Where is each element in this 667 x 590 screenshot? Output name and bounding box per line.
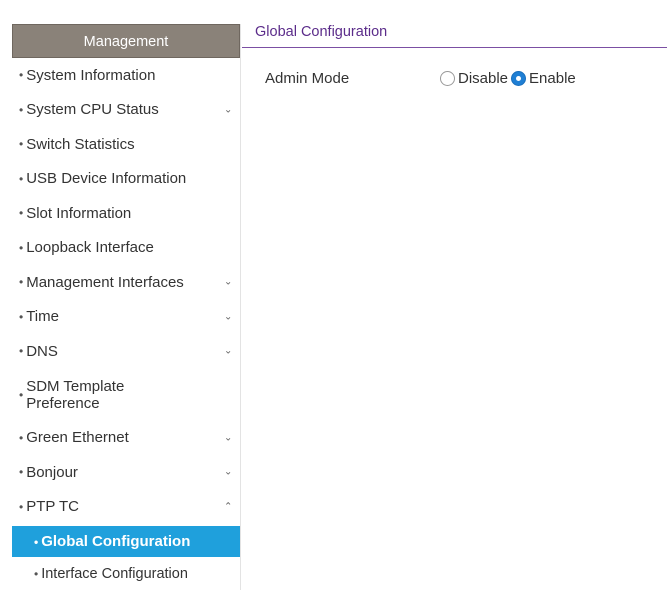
chevron-down-icon[interactable]: ⌄ — [224, 311, 232, 322]
chevron-down-icon[interactable]: ⌄ — [224, 277, 232, 288]
bullet: • — [19, 102, 24, 117]
sidebar-item-label: PTP TC — [26, 498, 79, 516]
bullet: • — [19, 68, 24, 83]
sidebar-item-slot-information[interactable]: • Slot Information — [12, 196, 240, 231]
sidebar-item-label: Interface Configuration — [41, 565, 188, 582]
admin-mode-row: Admin Mode Disable Enable — [265, 70, 579, 87]
sidebar-item-dns[interactable]: • DNS ⌄ — [12, 334, 240, 369]
chevron-down-icon[interactable]: ⌄ — [224, 104, 232, 115]
sidebar-item-label: Switch Statistics — [26, 135, 135, 153]
chevron-up-icon[interactable]: ⌃ — [224, 501, 232, 512]
main-content: Global Configuration Admin Mode Disable … — [242, 24, 667, 87]
bullet: • — [19, 430, 24, 445]
sidebar-item-switch-statistics[interactable]: • Switch Statistics — [12, 127, 240, 162]
sidebar-title: Management — [12, 24, 240, 58]
disable-radio[interactable] — [440, 71, 455, 86]
sidebar-menu: • System Information • System CPU Status… — [12, 58, 240, 590]
sidebar-item-ptp-tc[interactable]: • PTP TC ⌃ — [12, 490, 240, 525]
bullet: • — [19, 137, 24, 152]
bullet: • — [19, 171, 24, 186]
sidebar-item-label: SDM Template Preference — [26, 377, 125, 412]
bullet: • — [19, 206, 24, 221]
bullet: • — [34, 534, 39, 549]
sidebar-subitem-global-configuration[interactable]: • Global Configuration — [12, 526, 240, 557]
sidebar-subitem-interface-configuration[interactable]: • Interface Configuration — [12, 557, 240, 590]
bullet: • — [19, 344, 24, 359]
bullet: • — [19, 499, 24, 514]
chevron-down-icon[interactable]: ⌄ — [224, 346, 232, 357]
sidebar-item-label: Management Interfaces — [26, 273, 184, 291]
tab-bar: Global Configuration — [242, 24, 667, 48]
bullet: • — [19, 465, 24, 480]
sidebar-item-label: System Information — [26, 66, 156, 84]
sidebar-item-system-information[interactable]: • System Information — [12, 58, 240, 93]
enable-radio-label[interactable]: Enable — [529, 70, 576, 87]
bullet: • — [19, 309, 24, 324]
chevron-down-icon[interactable]: ⌄ — [224, 432, 232, 443]
sidebar-item-label: Bonjour — [26, 463, 78, 481]
bullet: • — [19, 387, 24, 402]
sidebar-item-label: System CPU Status — [26, 101, 159, 119]
tab-global-configuration[interactable]: Global Configuration — [255, 24, 387, 43]
sidebar: Management • System Information • System… — [12, 24, 241, 590]
sidebar-item-label: DNS — [26, 342, 58, 360]
sidebar-item-time[interactable]: • Time ⌄ — [12, 300, 240, 335]
sidebar-item-usb-device-information[interactable]: • USB Device Information — [12, 162, 240, 197]
bullet: • — [19, 275, 24, 290]
sidebar-item-label: Slot Information — [26, 204, 132, 222]
sidebar-item-label: USB Device Information — [26, 170, 187, 188]
enable-radio[interactable] — [511, 71, 527, 86]
sidebar-item-green-ethernet[interactable]: • Green Ethernet ⌄ — [12, 421, 240, 456]
sidebar-item-sdm-template-preference[interactable]: • SDM Template Preference — [12, 369, 240, 421]
disable-radio-label[interactable]: Disable — [458, 70, 508, 87]
sidebar-item-label: Loopback Interface — [26, 239, 154, 257]
sidebar-item-bonjour[interactable]: • Bonjour ⌄ — [12, 455, 240, 490]
sidebar-item-label: Green Ethernet — [26, 429, 129, 447]
sidebar-item-management-interfaces[interactable]: • Management Interfaces ⌄ — [12, 265, 240, 300]
sidebar-item-system-cpu-status[interactable]: • System CPU Status ⌄ — [12, 93, 240, 128]
admin-mode-radio-group: Disable Enable — [440, 70, 579, 87]
sidebar-item-label: Global Configuration — [41, 533, 191, 550]
sidebar-item-label: Time — [26, 308, 59, 326]
sidebar-item-loopback-interface[interactable]: • Loopback Interface — [12, 231, 240, 266]
bullet: • — [34, 567, 39, 582]
admin-mode-label: Admin Mode — [265, 70, 350, 87]
chevron-down-icon[interactable]: ⌄ — [224, 467, 232, 478]
bullet: • — [19, 240, 24, 255]
